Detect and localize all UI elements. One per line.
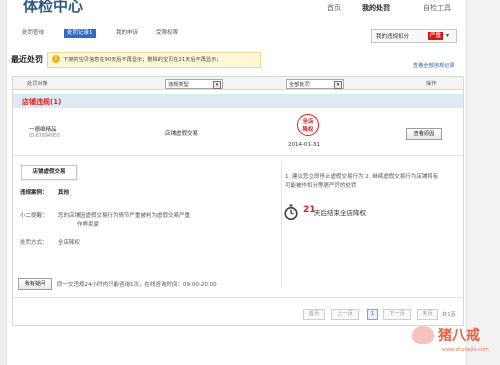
watermark-url: www.zhubajie.com xyxy=(442,347,489,353)
penalty-status-value: 全部处罚 xyxy=(289,82,310,88)
nav-self-check[interactable]: 自检工具 xyxy=(423,3,451,13)
watermark: 猪八戒 www.zhubajie.com xyxy=(404,320,500,365)
window-left-frame xyxy=(0,0,7,365)
penalty-status-select[interactable]: 全部处罚 ▾ xyxy=(286,79,344,89)
page-first-button[interactable]: 首页 xyxy=(303,309,325,320)
window-right-frame xyxy=(466,0,500,365)
hint-line-1: 您的店铺因虚假交易行为情节严重被判为虚假交易严重 xyxy=(58,213,191,219)
violation-score-dropdown[interactable]: 我的违规扣分 严重 ▾ xyxy=(371,29,457,43)
pig-logo-icon xyxy=(412,326,434,344)
ask-question-button[interactable]: 我有疑问 xyxy=(18,278,52,290)
case-label: 违规案例： xyxy=(20,190,48,196)
chevron-down-icon: ▾ xyxy=(334,81,342,89)
top-bar: 体检中心 首页 我的处罚 自检工具 xyxy=(7,0,465,17)
notice-box: ! 下架的宝贝信息在90天后不再显示；删除的宝贝在21天后不再显示； xyxy=(47,52,261,68)
nav-home[interactable]: 首页 xyxy=(327,3,341,13)
pagination: 首页 上一页 1 下一页 末页 共1页 xyxy=(303,309,461,320)
countdown-text: 天后结束全店降权 xyxy=(314,209,366,217)
page-last-button[interactable]: 末页 xyxy=(417,309,438,320)
stamp-line-2: 降权 xyxy=(302,127,314,133)
violation-type-value: 违规类型 xyxy=(168,82,189,88)
tab-penalty-record[interactable]: 处罚记录1 xyxy=(64,29,96,38)
table-header: 处罚对象 违规类型 ▾ 全部处罚 ▾ 操作 xyxy=(13,77,463,90)
watermark-text: 猪八戒 xyxy=(438,328,480,344)
page-next-button[interactable]: 下一页 xyxy=(383,309,411,320)
tab-restricted-permissions[interactable]: 受限权限 xyxy=(153,29,181,38)
case-value: 其他 xyxy=(58,190,70,196)
advice-line-2: 可能被作扣分等更严厉的处罚 xyxy=(285,183,357,189)
score-label: 我的违规扣分 xyxy=(376,34,410,40)
detail-divider xyxy=(281,162,282,288)
page-title: 最近处罚 xyxy=(11,55,43,64)
violation-type-select[interactable]: 违规类型 ▾ xyxy=(165,79,223,89)
severity-badge: 严重 xyxy=(428,32,444,40)
view-all-records-link[interactable]: 查看全部违规记录 xyxy=(413,62,455,69)
method-value: 全店降权 xyxy=(58,240,81,246)
page-prev-button[interactable]: 上一页 xyxy=(331,309,359,320)
tab-my-appeal[interactable]: 我的申诉 xyxy=(113,29,141,38)
shop-name: 一德维精品 xyxy=(29,127,57,133)
recent-penalty-header: 最近处罚 ! 下架的宝贝信息在90天后不再显示；删除的宝贝在21天后不再显示； … xyxy=(7,52,465,72)
chevron-down-icon: ▾ xyxy=(213,81,221,89)
stopwatch-icon xyxy=(284,204,298,220)
brand-title: 体检中心 xyxy=(23,0,84,15)
section-title: 店铺违规(1) xyxy=(22,98,62,106)
notice-text: 下架的宝贝信息在90天后不再显示；删除的宝贝在21天后不再显示； xyxy=(63,57,222,63)
column-object: 处罚对象 xyxy=(27,81,48,87)
page-total: 共1页 xyxy=(442,312,456,318)
violation-type: 店铺虚假交易 xyxy=(165,131,199,137)
consult-note: 同一交违规24小时内只能咨询1次，在线咨询时间：09:00-20:00 xyxy=(57,282,217,288)
advice-line-1: 1. 建议您立即停止虚假交易行为 2. 继续虚假交易行为店铺将有 xyxy=(285,174,439,180)
shop-id: ID:67694955 xyxy=(29,134,61,139)
shop-violation-section: 店铺违规(1) xyxy=(13,94,463,108)
chevron-down-icon: ▾ xyxy=(446,32,450,39)
nav-my-penalty[interactable]: 我的处罚 xyxy=(362,3,390,13)
page-current[interactable]: 1 xyxy=(367,309,378,320)
penalty-detail: 店铺虚假交易 违规案例： 其他 小二提醒： 您的店铺因虚假交易行为情节严重被判为… xyxy=(13,156,463,298)
method-label: 处罚方式： xyxy=(20,240,48,246)
column-action: 操作 xyxy=(426,81,437,87)
hint-label: 小二提醒： xyxy=(20,213,48,219)
hint-line-2: 作弊卖家 xyxy=(77,222,100,228)
penalty-table: 处罚对象 违规类型 ▾ 全部处罚 ▾ 操作 店铺违规(1) 一德维精品 ID:6… xyxy=(12,76,464,326)
view-reason-button[interactable]: 查看原因 xyxy=(406,128,442,140)
stamp-line-1: 全店 xyxy=(302,119,314,125)
tab-penalty-query[interactable]: 处罚查询 xyxy=(19,29,47,38)
lightbulb-icon: ! xyxy=(52,55,60,63)
penalty-date: 2014-01-31 xyxy=(288,142,320,148)
table-row: 一德维精品 ID:67694955 店铺虚假交易 全店 降权 2014-01-3… xyxy=(13,111,463,156)
penalty-stamp: 全店 降权 xyxy=(297,114,319,136)
detail-tag: 店铺虚假交易 xyxy=(21,165,77,180)
